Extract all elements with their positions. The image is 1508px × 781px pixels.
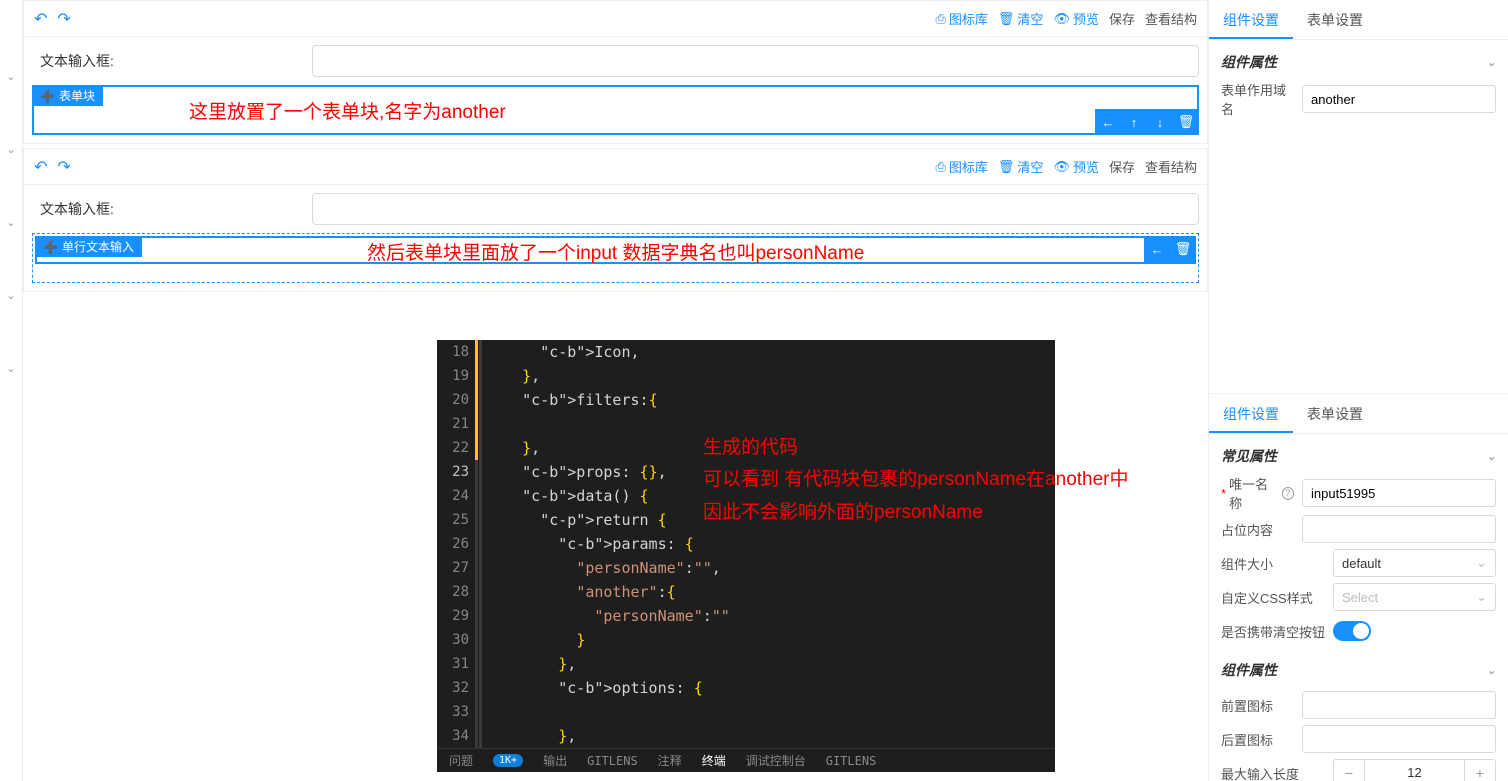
annotation: 然后表单块里面放了一个input 数据字典名也叫personName xyxy=(367,238,864,265)
prop-label: 是否携带清空按钮 xyxy=(1221,622,1325,641)
view-struct-button[interactable]: 查看结构 xyxy=(1145,9,1197,28)
annotation-code: 生成的代码 可以看到 有代码块包裹的personName在another中 因此… xyxy=(703,432,1129,529)
redo-icon[interactable]: ↷ xyxy=(57,9,70,29)
chevron-down-icon[interactable]: ⌄ xyxy=(1487,56,1496,69)
code-line: 20 "c-b">filters:{ xyxy=(437,388,1055,412)
code-line: 30 } xyxy=(437,628,1055,652)
toolbar-bottom: ↶ ↷ ⎙ 图标库 🗑 清空 👁 预览 保存 查看结构 xyxy=(24,149,1207,185)
css-select[interactable]: Select⌄ xyxy=(1333,583,1496,611)
designer-canvas-2[interactable]: 文本输入框: ➕ 单行文本输入 文本输入框: 然后表单块里面放了一个input … xyxy=(24,185,1207,291)
save-button[interactable]: 保存 xyxy=(1109,157,1135,176)
code-line: 18 "c-b">Icon, xyxy=(437,340,1055,364)
tab-output[interactable]: 输出 xyxy=(543,752,567,769)
section-title: 组件属性 xyxy=(1221,660,1277,680)
chevron-down-icon[interactable]: ⌄ xyxy=(0,362,22,375)
chevron-down-icon[interactable]: ⌄ xyxy=(1487,664,1496,677)
code-line: 28 "another":{ xyxy=(437,580,1055,604)
size-select[interactable]: default⌄ xyxy=(1333,549,1496,577)
clear-button[interactable]: 🗑 清空 xyxy=(998,9,1044,28)
code-line: 31 }, xyxy=(437,652,1055,676)
chevron-down-icon[interactable]: ⌄ xyxy=(0,70,22,83)
tab-gitlens2[interactable]: GITLENS xyxy=(826,754,877,768)
code-editor: 18 "c-b">Icon,19 },20 "c-b">filters:{212… xyxy=(437,340,1055,772)
tab-debug[interactable]: 调试控制台 xyxy=(746,752,806,769)
post-icon-input[interactable] xyxy=(1302,725,1496,753)
form-block-dashed[interactable]: ➕ 单行文本输入 文本输入框: 然后表单块里面放了一个input 数据字典名也叫… xyxy=(32,233,1199,283)
prop-label: 占位内容 xyxy=(1221,520,1294,539)
unique-name-input[interactable] xyxy=(1302,479,1496,507)
tab-component-settings[interactable]: 组件设置 xyxy=(1209,0,1293,39)
iconlib-button[interactable]: ⎙ 图标库 xyxy=(935,157,987,176)
save-button[interactable]: 保存 xyxy=(1109,9,1135,28)
left-collapse-rail: ⌄ ⌄ ⌄ ⌄ ⌄ xyxy=(0,0,23,781)
text-input-label: 文本输入框: xyxy=(32,199,312,219)
arrow-left-icon[interactable]: ← xyxy=(1144,236,1170,262)
text-input[interactable] xyxy=(312,193,1199,225)
view-struct-button[interactable]: 查看结构 xyxy=(1145,157,1197,176)
tab-form-settings[interactable]: 表单设置 xyxy=(1293,0,1377,39)
annotation: 这里放置了一个表单块,名字为another xyxy=(189,97,506,124)
scope-name-input[interactable] xyxy=(1302,85,1496,113)
help-icon[interactable]: ? xyxy=(1282,487,1294,500)
chevron-down-icon[interactable]: ⌄ xyxy=(0,216,22,229)
undo-icon[interactable]: ↶ xyxy=(34,9,47,29)
tab-problems[interactable]: 问题 xyxy=(449,752,473,769)
preview-button[interactable]: 👁 预览 xyxy=(1053,157,1099,176)
placeholder-input[interactable] xyxy=(1302,515,1496,543)
tab-form-settings[interactable]: 表单设置 xyxy=(1293,394,1377,433)
prop-label: 组件大小 xyxy=(1221,554,1325,573)
maxlen-stepper[interactable]: − 12 + xyxy=(1333,759,1496,781)
code-line: 32 "c-b">options: { xyxy=(437,676,1055,700)
prop-label: 唯一名称 xyxy=(1229,474,1278,512)
chevron-down-icon[interactable]: ⌄ xyxy=(1487,450,1496,463)
arrow-up-icon[interactable]: ↑ xyxy=(1121,109,1147,135)
clear-button[interactable]: 🗑 清空 xyxy=(998,157,1044,176)
editor-tabs: 问题 1K+ 输出 GITLENS 注释 终端 调试控制台 GITLENS xyxy=(437,748,1055,772)
chevron-down-icon[interactable]: ⌄ xyxy=(0,143,22,156)
iconlib-button[interactable]: ⎙ 图标库 xyxy=(935,9,987,28)
toolbar-top: ↶ ↷ ⎙ 图标库 🗑 清空 👁 预览 保存 查看结构 xyxy=(24,1,1207,37)
designer-canvas-1[interactable]: 文本输入框: ➕ 表单块 这里放置了一个表单块,名字为another ← ↑ ↓… xyxy=(24,37,1207,143)
delete-icon[interactable]: 🗑 xyxy=(1173,109,1199,135)
preview-button[interactable]: 👁 预览 xyxy=(1053,9,1099,28)
code-line: 33 xyxy=(437,700,1055,724)
prop-label: 表单作用域名 xyxy=(1221,80,1294,118)
section-title: 常见属性 xyxy=(1221,446,1277,466)
code-line: 34 }, xyxy=(437,724,1055,748)
prop-label: 后置图标 xyxy=(1221,730,1294,749)
arrow-down-icon[interactable]: ↓ xyxy=(1147,109,1173,135)
delete-icon[interactable]: 🗑 xyxy=(1170,236,1196,262)
properties-panel: 组件设置 表单设置 组件属性⌄ 表单作用域名 组件设置 表单设置 常见属性⌄ *… xyxy=(1208,0,1508,781)
badge: 1K+ xyxy=(493,754,523,767)
code-line: 27 "personName":"", xyxy=(437,556,1055,580)
text-input[interactable] xyxy=(312,45,1199,77)
code-line: 29 "personName":"" xyxy=(437,604,1055,628)
clear-toggle[interactable] xyxy=(1333,621,1371,641)
tab-component-settings[interactable]: 组件设置 xyxy=(1209,394,1293,433)
prop-label: 自定义CSS样式 xyxy=(1221,588,1325,607)
input-component-selected[interactable]: ➕ 单行文本输入 文本输入框: 然后表单块里面放了一个input 数据字典名也叫… xyxy=(35,236,1196,264)
arrow-left-icon[interactable]: ← xyxy=(1095,109,1121,135)
pre-icon-input[interactable] xyxy=(1302,691,1496,719)
prop-label: 最大输入长度 xyxy=(1221,764,1325,781)
plus-icon[interactable]: + xyxy=(1465,765,1495,781)
text-input-label: 文本输入框: xyxy=(32,51,312,71)
code-line: 26 "c-b">params: { xyxy=(437,532,1055,556)
chevron-down-icon[interactable]: ⌄ xyxy=(0,289,22,302)
redo-icon[interactable]: ↷ xyxy=(57,157,70,177)
tab-gitlens[interactable]: GITLENS xyxy=(587,754,638,768)
tab-terminal[interactable]: 终端 xyxy=(702,752,726,769)
section-title: 组件属性 xyxy=(1221,52,1277,72)
code-line: 19 }, xyxy=(437,364,1055,388)
tab-comments[interactable]: 注释 xyxy=(658,752,682,769)
undo-icon[interactable]: ↶ xyxy=(34,157,47,177)
stepper-value: 12 xyxy=(1364,760,1465,781)
block-tag: ➕ 表单块 xyxy=(32,85,103,106)
block-tag: ➕ 单行文本输入 xyxy=(35,236,142,257)
form-block-selected[interactable]: ➕ 表单块 这里放置了一个表单块,名字为another ← ↑ ↓ 🗑 xyxy=(32,85,1199,135)
prop-label: 前置图标 xyxy=(1221,696,1294,715)
minus-icon[interactable]: − xyxy=(1334,765,1364,781)
